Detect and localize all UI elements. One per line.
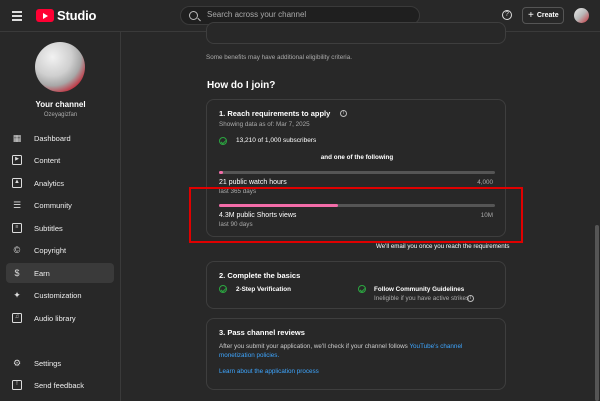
sidebar-item-analytics[interactable]: ▲ Analytics <box>6 173 114 193</box>
sidebar: Your channel Ozeyagizfan ▦ Dashboard ▶ C… <box>0 32 121 401</box>
channel-avatar[interactable] <box>35 42 85 92</box>
sidebar-item-label: Earn <box>34 268 50 278</box>
guidelines-note: Ineligible if you have active strikes <box>374 295 470 302</box>
sidebar-item-label: Send feedback <box>34 380 85 390</box>
benefits-card-bottom <box>206 22 506 44</box>
channel-title: Your channel <box>35 100 86 109</box>
two-step-verification: 2-Step Verification <box>236 286 291 293</box>
watch-hours-goal: 4,000 <box>477 179 493 186</box>
account-avatar[interactable] <box>574 8 589 23</box>
studio-logo[interactable]: Studio <box>36 8 96 23</box>
one-of-following: and one of the following <box>320 154 394 161</box>
plus-icon: + <box>528 9 534 21</box>
check-icon <box>219 285 227 293</box>
create-label: Create <box>536 12 559 19</box>
search-placeholder: Search across your channel <box>207 10 307 19</box>
step2-title: 2. Complete the basics <box>219 271 301 280</box>
sidebar-item-earn[interactable]: $ Earn <box>6 263 114 283</box>
scrollbar[interactable] <box>595 225 599 401</box>
gear-icon: ⚙ <box>12 358 22 368</box>
analytics-icon: ▲ <box>12 178 22 188</box>
sidebar-item-label: Content <box>34 155 61 165</box>
step1-title: 1. Reach requirements to apply <box>219 109 331 118</box>
sidebar-item-dashboard[interactable]: ▦ Dashboard <box>6 128 114 148</box>
sidebar-item-label: Copyright <box>34 245 67 255</box>
learn-application-link[interactable]: Learn about the application process <box>219 368 319 375</box>
sidebar-item-audio-library[interactable]: ♫ Audio library <box>6 308 114 328</box>
help-icon[interactable]: ? <box>502 10 512 20</box>
community-guidelines: Follow Community Guidelines <box>374 286 465 293</box>
watch-hours-progress-fill <box>219 171 224 174</box>
section-heading: How do I join? <box>207 80 276 91</box>
channel-handle: Ozeyagizfan <box>43 112 78 118</box>
subtitles-icon: ≡ <box>12 223 22 233</box>
watch-hours-progress-bar <box>219 171 495 174</box>
sidebar-item-label: Dashboard <box>34 133 71 143</box>
highlight-box <box>189 187 523 243</box>
reviews-text: After you submit your application, we'll… <box>219 343 410 350</box>
channel-reviews-card: 3. Pass channel reviews After you submit… <box>206 318 506 390</box>
sidebar-item-send-feedback[interactable]: ! Send feedback <box>6 375 114 395</box>
community-icon: ☰ <box>12 200 22 210</box>
create-button[interactable]: + Create <box>522 7 564 24</box>
sidebar-item-label: Subtitles <box>34 223 63 233</box>
copyright-icon: © <box>13 245 21 255</box>
sidebar-item-settings[interactable]: ⚙ Settings <box>6 353 114 373</box>
sidebar-item-customization[interactable]: ✦ Customization <box>6 285 114 305</box>
sidebar-item-label: Community <box>34 200 72 210</box>
menu-icon[interactable] <box>12 11 22 21</box>
content-icon: ▶ <box>12 155 22 165</box>
dashboard-icon: ▦ <box>12 133 22 143</box>
info-icon[interactable]: i <box>467 295 474 302</box>
reviews-description: After you submit your application, we'll… <box>219 342 497 360</box>
step3-title: 3. Pass channel reviews <box>219 328 305 337</box>
sidebar-item-label: Audio library <box>34 313 76 323</box>
sidebar-item-subtitles[interactable]: ≡ Subtitles <box>6 218 114 238</box>
dollar-icon: $ <box>14 268 20 278</box>
search-icon <box>189 11 198 20</box>
sidebar-item-content[interactable]: ▶ Content <box>6 150 114 170</box>
basics-card: 2. Complete the basics 2-Step Verificati… <box>206 261 506 309</box>
magic-wand-icon: ✦ <box>13 290 21 300</box>
email-note: We'll email you once you reach the requi… <box>376 243 510 250</box>
feedback-icon: ! <box>12 380 22 390</box>
check-icon <box>358 285 366 293</box>
sidebar-item-community[interactable]: ☰ Community <box>6 195 114 215</box>
subscribers-requirement: 13,210 of 1,000 subscribers <box>236 137 317 144</box>
check-icon <box>219 137 227 145</box>
app-name: Studio <box>57 8 97 23</box>
eligibility-note: Some benefits may have additional eligib… <box>206 54 352 61</box>
sidebar-item-label: Customization <box>34 290 82 300</box>
youtube-logo-icon <box>36 9 54 22</box>
sidebar-item-label: Analytics <box>34 178 65 188</box>
data-as-of: Showing data as of: Mar 7, 2025 <box>219 121 310 128</box>
watch-hours-label: 21 public watch hours <box>219 179 287 186</box>
info-icon[interactable]: i <box>340 110 347 117</box>
audio-library-icon: ♫ <box>12 313 22 323</box>
sidebar-item-label: Settings <box>34 358 62 368</box>
sidebar-item-copyright[interactable]: © Copyright <box>6 240 114 260</box>
